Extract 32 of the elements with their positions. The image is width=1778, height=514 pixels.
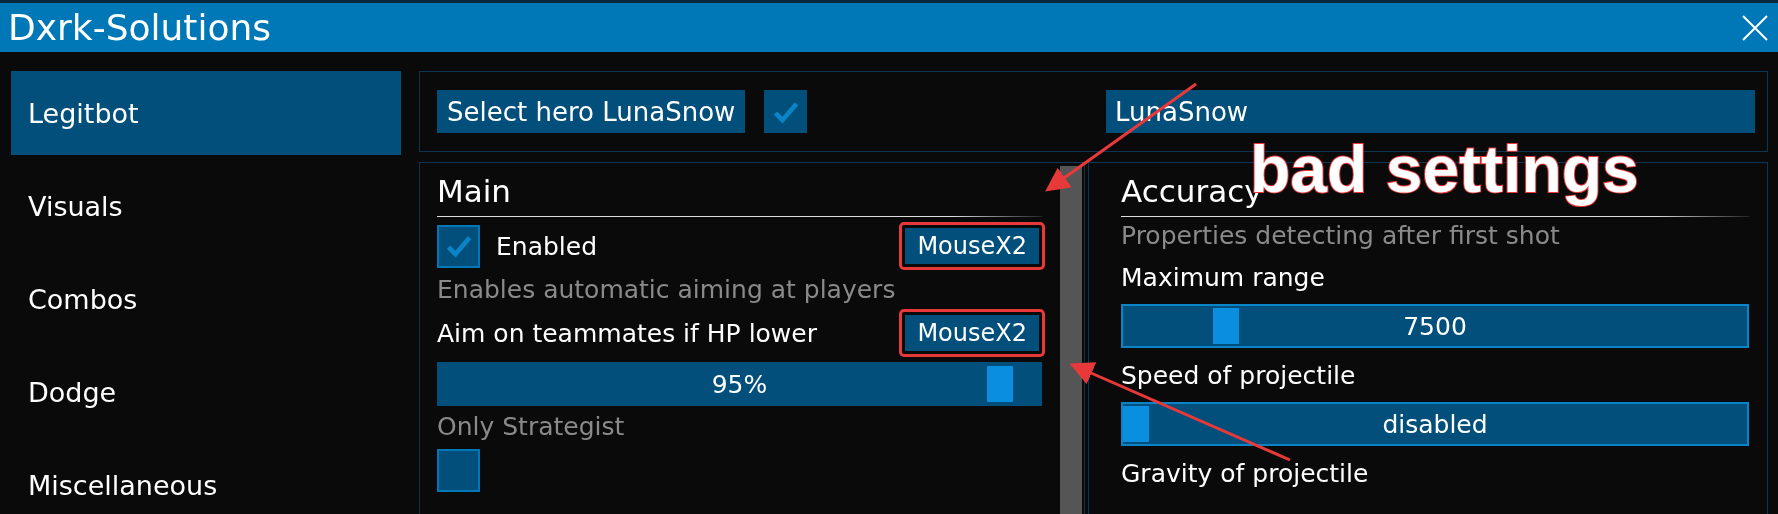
slider-thumb[interactable]: [1212, 308, 1239, 344]
option-label: Enabled: [496, 231, 598, 261]
slider-value: disabled: [1382, 409, 1488, 439]
slider[interactable]: disabled: [1121, 402, 1749, 446]
window-title: Dxrk-Solutions: [8, 7, 272, 48]
select-hero-button[interactable]: Select hero LunaSnow: [437, 90, 746, 133]
sidebar-item[interactable]: Dodge: [11, 350, 401, 434]
scrollbar[interactable]: [1060, 166, 1082, 514]
sidebar-item[interactable]: Visuals: [11, 164, 401, 248]
option-label: Maximum range: [1121, 262, 1325, 292]
option-label: Speed of projectile: [1121, 360, 1356, 390]
slider-value: 95%: [711, 369, 768, 399]
sidebar-item[interactable]: Combos: [11, 257, 401, 341]
hint-text: Only Strategist: [437, 412, 626, 441]
checkbox[interactable]: [437, 224, 480, 268]
checkbox[interactable]: [437, 448, 480, 492]
sidebar-item[interactable]: Legitbot: [11, 71, 401, 155]
option-label: Gravity of projectile: [1121, 458, 1369, 488]
option-label: Aim on teammates if HP lower: [437, 318, 817, 348]
key-bind-button[interactable]: MouseX2: [902, 225, 1042, 267]
slider-thumb[interactable]: [987, 366, 1014, 402]
hint-text: Enables automatic aiming at players: [437, 275, 897, 304]
close-icon[interactable]: [1742, 14, 1768, 41]
slider[interactable]: 7500: [1121, 304, 1749, 348]
slider-value: 7500: [1403, 311, 1467, 341]
checkbox[interactable]: [764, 90, 808, 133]
key-bind-button[interactable]: MouseX2: [902, 312, 1042, 354]
slider-thumb[interactable]: [1123, 406, 1149, 442]
sidebar-item[interactable]: Miscellaneous: [11, 443, 401, 514]
section-title: Main: [437, 173, 1042, 217]
slider[interactable]: 95%: [437, 362, 1042, 406]
hint-text: Properties detecting after first shot: [1121, 221, 1561, 250]
